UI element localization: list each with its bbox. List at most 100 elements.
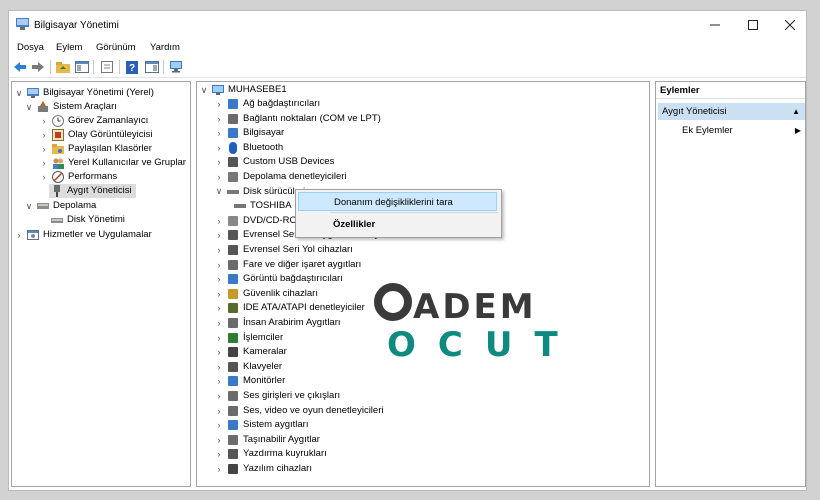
- chevron-right-icon[interactable]: ›: [214, 331, 224, 345]
- tree-item-performance[interactable]: › Performans: [39, 170, 117, 184]
- device-category-portable-devices[interactable]: › Taşınabilir Aygıtlar: [214, 433, 320, 447]
- help-button[interactable]: ?: [124, 59, 140, 75]
- chevron-right-icon[interactable]: ›: [214, 126, 224, 140]
- menu-dosya[interactable]: Dosya: [17, 42, 44, 53]
- chevron-right-icon[interactable]: ›: [214, 316, 224, 330]
- device-category-keyboards[interactable]: › Klavyeler: [214, 360, 282, 374]
- tree-item-disk-management[interactable]: Disk Yönetimi: [49, 213, 125, 227]
- chevron-down-icon[interactable]: ∨: [24, 100, 34, 114]
- keyboard-icon: [228, 361, 238, 372]
- chevron-right-icon[interactable]: ›: [214, 374, 224, 388]
- chevron-right-icon[interactable]: ›: [214, 447, 224, 461]
- tree-item-system-tools[interactable]: ∨ Sistem Araçları: [24, 100, 117, 114]
- device-category-bluetooth[interactable]: › Bluetooth: [214, 141, 283, 155]
- chevron-right-icon[interactable]: ›: [214, 228, 224, 242]
- minimize-button[interactable]: [696, 11, 734, 39]
- device-category-security-devices[interactable]: › Güvenlik cihazları: [214, 287, 318, 301]
- device-category-disk-drives[interactable]: ∨ Disk sürücüleri: [214, 185, 306, 199]
- chevron-right-icon[interactable]: ›: [39, 142, 49, 156]
- tree-item-services[interactable]: › Hizmetler ve Uygulamalar: [14, 228, 152, 242]
- chevron-right-icon[interactable]: ›: [214, 97, 224, 111]
- processor-icon: [228, 332, 238, 343]
- up-folder-button[interactable]: [55, 59, 71, 75]
- display-adapter-icon: [228, 274, 238, 285]
- tree-label: Disk Yönetimi: [67, 214, 125, 225]
- forward-button[interactable]: [30, 59, 46, 75]
- device-category-ide-ata-controllers[interactable]: › IDE ATA/ATAPI denetleyiciler: [214, 301, 365, 315]
- device-category-sound-video-game[interactable]: › Ses, video ve oyun denetleyicileri: [214, 404, 383, 418]
- device-category-audio-inputs-outputs[interactable]: › Ses girişleri ve çıkışları: [214, 389, 340, 403]
- chevron-right-icon[interactable]: ›: [214, 301, 224, 315]
- chevron-right-icon[interactable]: ›: [214, 170, 224, 184]
- chevron-right-icon[interactable]: ›: [39, 156, 49, 170]
- device-category-software-devices[interactable]: › Yazılım cihazları: [214, 462, 312, 476]
- chevron-right-icon[interactable]: ›: [214, 258, 224, 272]
- chevron-right-icon[interactable]: ›: [214, 112, 224, 126]
- chevron-right-icon[interactable]: ›: [214, 418, 224, 432]
- tree-item-task-scheduler[interactable]: › Görev Zamanlayıcı: [39, 114, 148, 128]
- chevron-down-icon[interactable]: ∨: [24, 199, 34, 213]
- device-category-label: IDE ATA/ATAPI denetleyiciler: [243, 302, 365, 314]
- collapse-triangle-icon[interactable]: ▲: [792, 103, 800, 120]
- chevron-right-icon[interactable]: ›: [39, 114, 49, 128]
- device-root-computer[interactable]: ∨ MUHASEBE1: [199, 83, 287, 97]
- device-category-hid-devices[interactable]: › İnsan Arabirim Aygıtları: [214, 316, 341, 330]
- device-category-system-devices[interactable]: › Sistem aygıtları: [214, 418, 308, 432]
- device-category-label: Custom USB Devices: [243, 156, 335, 168]
- chevron-right-icon[interactable]: ›: [214, 243, 224, 257]
- menu-eylem[interactable]: Eylem: [56, 42, 82, 53]
- tree-root-computer-management[interactable]: ∨ Bilgisayar Yönetimi (Yerel): [14, 86, 154, 100]
- tree-item-shared-folders[interactable]: › Paylaşılan Klasörler: [39, 142, 152, 156]
- scan-hardware-changes-item[interactable]: Donanım değişikliklerini tara: [298, 192, 497, 211]
- chevron-right-icon[interactable]: ›: [214, 345, 224, 359]
- device-category-toshiba-disk[interactable]: TOSHIBA: [231, 199, 292, 213]
- device-category-display-adapters[interactable]: › Görüntü bağdaştırıcıları: [214, 272, 343, 286]
- tree-item-event-viewer[interactable]: › Olay Görüntüleyicisi: [39, 128, 152, 142]
- device-category-label: Taşınabilir Aygıtlar: [243, 433, 320, 445]
- device-category-computer[interactable]: › Bilgisayar: [214, 126, 284, 140]
- chevron-down-icon[interactable]: ∨: [14, 86, 24, 100]
- properties-button[interactable]: [99, 59, 115, 75]
- device-category-monitors[interactable]: › Monitörler: [214, 374, 285, 388]
- chevron-right-icon[interactable]: ›: [14, 228, 24, 242]
- chevron-right-icon[interactable]: ›: [214, 360, 224, 374]
- maximize-button[interactable]: [734, 11, 772, 39]
- show-hide-tree-button[interactable]: [74, 59, 90, 75]
- back-button[interactable]: [12, 59, 28, 75]
- tree-item-device-manager[interactable]: Aygıt Yöneticisi: [49, 184, 136, 198]
- tree-item-local-users[interactable]: › Yerel Kullanıcılar ve Gruplar: [39, 156, 186, 170]
- chevron-right-icon[interactable]: ›: [214, 141, 224, 155]
- chevron-right-icon[interactable]: ›: [39, 128, 49, 142]
- tree-item-storage[interactable]: ∨ Depolama: [24, 199, 97, 213]
- device-category-network-adapters[interactable]: › Ağ bağdaştırıcıları: [214, 97, 320, 111]
- device-category-ports[interactable]: › Bağlantı noktaları (COM ve LPT): [214, 112, 381, 126]
- actions-section-device-manager[interactable]: Aygıt Yöneticisi ▲: [658, 103, 805, 120]
- chevron-down-icon[interactable]: ∨: [214, 185, 224, 199]
- chevron-right-icon[interactable]: ›: [214, 272, 224, 286]
- close-button[interactable]: [771, 11, 809, 39]
- chevron-right-icon[interactable]: ›: [214, 155, 224, 169]
- chevron-right-icon[interactable]: ›: [39, 170, 49, 184]
- device-category-mice-pointing[interactable]: › Fare ve diğer işaret aygıtları: [214, 258, 361, 272]
- menu-yardim[interactable]: Yardım: [150, 42, 180, 53]
- show-hide-action-pane-button[interactable]: [144, 59, 160, 75]
- chevron-right-icon[interactable]: ›: [214, 433, 224, 447]
- chevron-right-icon[interactable]: ›: [214, 287, 224, 301]
- menu-gorunum[interactable]: Görünüm: [96, 42, 136, 53]
- device-category-cameras[interactable]: › Kameralar: [214, 345, 287, 359]
- device-category-storage-controllers[interactable]: › Depolama denetleyicileri: [214, 170, 347, 184]
- device-category-custom-usb-devices[interactable]: › Custom USB Devices: [214, 155, 334, 169]
- properties-item[interactable]: Özellikler: [298, 215, 497, 234]
- chevron-right-icon[interactable]: ›: [214, 214, 224, 228]
- ide-controller-icon: [228, 303, 238, 314]
- chevron-right-icon[interactable]: ›: [214, 389, 224, 403]
- device-category-processors[interactable]: › İşlemciler: [214, 331, 283, 345]
- chevron-right-icon[interactable]: ›: [214, 404, 224, 418]
- device-category-print-queues[interactable]: › Yazdırma kuyrukları: [214, 447, 327, 461]
- submenu-arrow-icon[interactable]: ▶: [795, 123, 801, 138]
- chevron-down-icon[interactable]: ∨: [199, 83, 209, 97]
- scan-hardware-button[interactable]: [168, 59, 184, 75]
- device-category-usb-devices[interactable]: › Evrensel Seri Yol cihazları: [214, 243, 353, 257]
- chevron-right-icon[interactable]: ›: [214, 462, 224, 476]
- more-actions-item[interactable]: Ek Eylemler: [682, 123, 733, 138]
